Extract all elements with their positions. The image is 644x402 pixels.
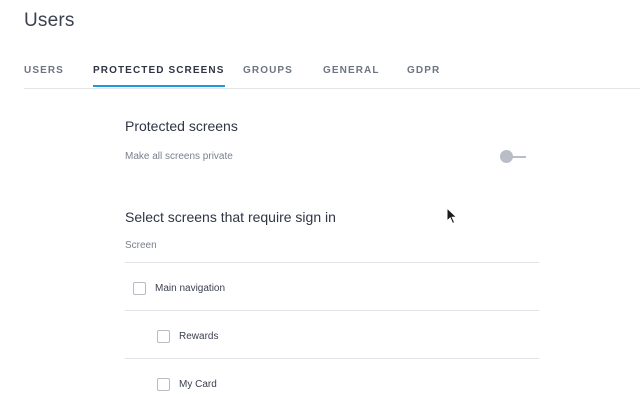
protected-screens-heading: Protected screens xyxy=(125,118,238,134)
checkbox-icon[interactable] xyxy=(157,377,170,391)
tab-bar: USERS PROTECTED SCREENS GROUPS GENERAL G… xyxy=(24,58,640,89)
divider xyxy=(125,310,539,311)
divider xyxy=(125,262,539,263)
screen-row-label: Main navigation xyxy=(155,282,226,294)
tab-protected-screens[interactable]: PROTECTED SCREENS xyxy=(93,65,225,87)
tab-users[interactable]: USERS xyxy=(24,65,64,87)
screen-row-label: Rewards xyxy=(179,330,219,342)
select-screens-heading: Select screens that require sign in xyxy=(125,209,336,225)
divider xyxy=(125,358,539,359)
page-title: Users xyxy=(24,10,75,31)
tab-general[interactable]: GENERAL xyxy=(323,65,380,87)
checkbox-icon[interactable] xyxy=(133,281,146,295)
screen-row-rewards[interactable]: Rewards xyxy=(157,326,218,346)
tab-gdpr[interactable]: GDPR xyxy=(407,65,440,87)
toggle-knob xyxy=(500,150,513,163)
screen-column-header: Screen xyxy=(125,240,157,251)
checkbox-icon[interactable] xyxy=(157,329,170,343)
make-private-label: Make all screens private xyxy=(125,151,233,162)
make-private-toggle[interactable] xyxy=(500,150,528,164)
screen-row-label: My Card xyxy=(179,378,217,390)
screen-row-my-card[interactable]: My Card xyxy=(157,374,217,394)
users-settings-page: Users USERS PROTECTED SCREENS GROUPS GEN… xyxy=(0,0,644,402)
tab-groups[interactable]: GROUPS xyxy=(243,65,293,87)
mouse-pointer-icon xyxy=(446,207,458,225)
screen-row-main-navigation[interactable]: Main navigation xyxy=(133,278,225,298)
